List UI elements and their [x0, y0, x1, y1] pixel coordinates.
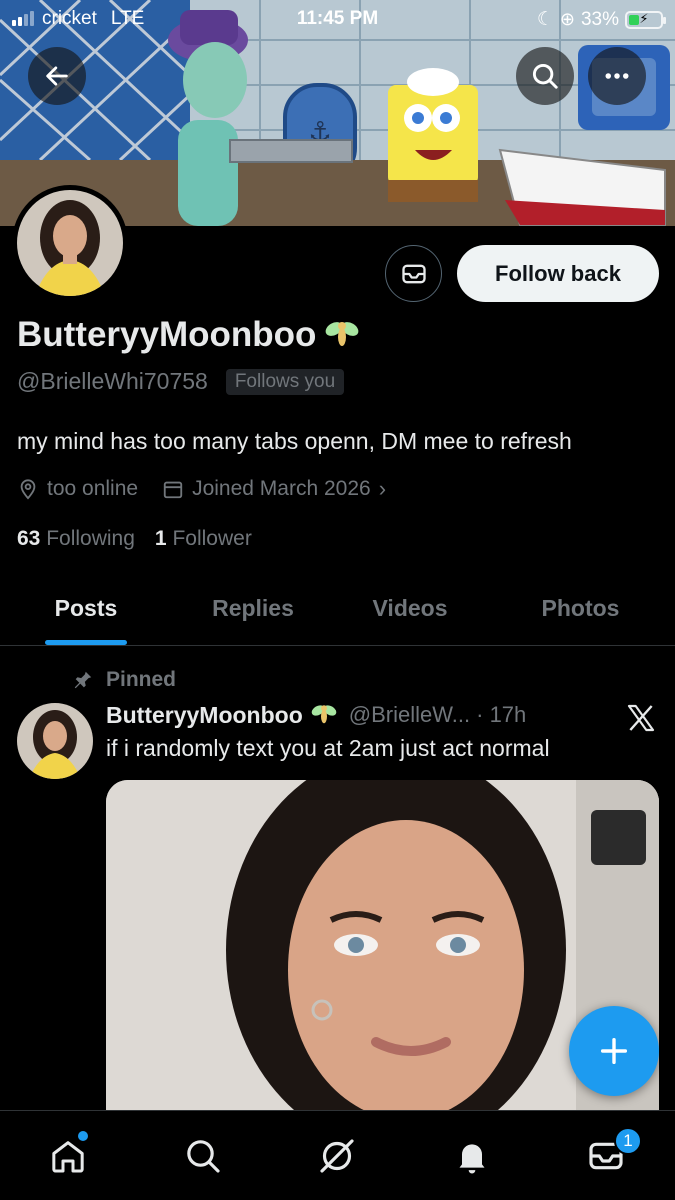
plus-icon [600, 1037, 628, 1065]
fairy-icon [326, 322, 359, 346]
avatar-photo [17, 703, 93, 779]
pinned-indicator: Pinned [72, 668, 176, 692]
nav-home[interactable] [45, 1131, 91, 1179]
post-author-avatar[interactable] [17, 703, 93, 779]
nav-notifications[interactable] [449, 1133, 495, 1179]
search-icon [532, 63, 558, 89]
search-icon [187, 1140, 220, 1173]
home-icon [52, 1141, 84, 1173]
more-button[interactable] [588, 47, 646, 105]
pin-icon [74, 671, 92, 689]
joined-text: Joined March 2026 [192, 477, 371, 500]
notifications-icon [459, 1144, 485, 1174]
status-bar: cricket LTE 11:45 PM ☾ ⊕ 33% ⚡ [0, 0, 675, 40]
follows-you-badge: Follows you [225, 368, 345, 395]
arrow-left-icon [46, 66, 68, 86]
handle-row: @BrielleWhi70758 Follows you [17, 368, 345, 395]
nav-grok[interactable] [314, 1133, 360, 1179]
calendar-icon [163, 481, 183, 499]
profile-tabs: Posts Replies Videos Photos [0, 572, 675, 646]
post-text: if i randomly text you at 2am just act n… [106, 735, 550, 761]
grok-icon [320, 1139, 354, 1173]
profile-meta: too online Joined March 2026 › [17, 476, 386, 502]
display-name-text: ButteryyMoonboo [17, 315, 317, 354]
profile-display-name: ButteryyMoonboo [17, 315, 362, 355]
fairy-icon [311, 705, 337, 724]
followers-count: 1 [154, 527, 167, 550]
following-count: 63 [17, 527, 41, 550]
post-time: · 17h [476, 702, 527, 727]
tab-posts[interactable]: Posts [0, 572, 172, 645]
nav-search[interactable] [180, 1133, 226, 1179]
location-item: too online [17, 477, 138, 501]
search-button[interactable] [516, 47, 574, 105]
message-icon [401, 264, 426, 283]
joined-item[interactable]: Joined March 2026 › [162, 476, 386, 502]
messages-badge: 1 [614, 1127, 642, 1155]
compose-button[interactable] [569, 1006, 659, 1096]
following-link[interactable]: 63 Following [17, 527, 135, 551]
pinned-label: Pinned [106, 668, 177, 691]
nav-messages[interactable]: 1 [583, 1127, 642, 1179]
following-label: Following [46, 527, 135, 550]
moon-icon: ☾ [536, 9, 554, 30]
x-logo-icon [624, 702, 658, 739]
home-notification-dot [78, 1131, 88, 1141]
follow-stats: 63 Following 1 Follower [17, 527, 252, 551]
tab-videos[interactable]: Videos [334, 572, 486, 645]
battery-percent: 33% [580, 8, 619, 30]
profile-handle: @BrielleWhi70758 [17, 368, 208, 394]
back-button[interactable] [28, 47, 86, 105]
follow-back-button[interactable]: Follow back [457, 245, 659, 302]
profile-avatar[interactable] [12, 185, 128, 301]
tab-replies[interactable]: Replies [172, 572, 334, 645]
rotation-lock-icon: ⊕ [559, 9, 575, 29]
tab-photos[interactable]: Photos [486, 572, 675, 645]
followers-link[interactable]: 1 Follower [155, 527, 252, 551]
post-author-handle: @BrielleW... [348, 702, 471, 727]
message-button[interactable] [385, 245, 442, 302]
more-horizontal-icon [605, 73, 629, 79]
profile-bio: my mind has too many tabs openn, DM mee … [17, 428, 572, 454]
location-text: too online [47, 477, 139, 500]
battery-icon: ⚡ [625, 10, 666, 29]
avatar-photo [17, 190, 123, 296]
location-pin-icon [20, 479, 36, 500]
followers-label: Follower [172, 527, 252, 550]
chevron-right-icon: › [378, 476, 387, 501]
post-header: ButteryyMoonboo @BrielleW... · 17h [106, 700, 526, 730]
post-author-name[interactable]: ButteryyMoonboo [106, 702, 303, 729]
bottom-nav: 1 [0, 1110, 675, 1200]
